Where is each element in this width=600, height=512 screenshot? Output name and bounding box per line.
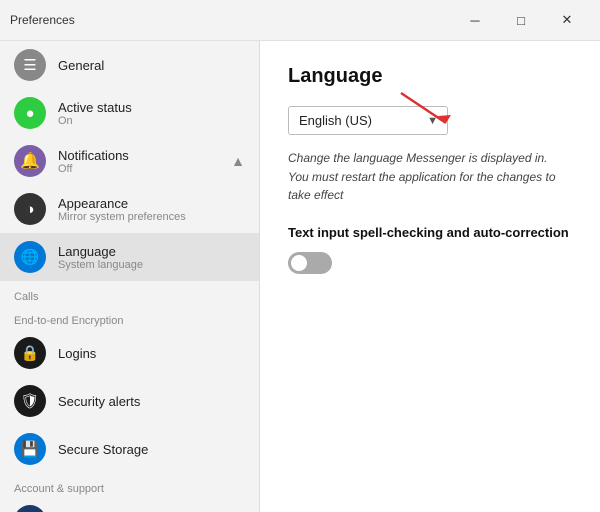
- active-status-label: Active status: [58, 100, 132, 115]
- maximize-button[interactable]: □: [498, 6, 544, 34]
- sidebar-text-general: General: [58, 58, 104, 73]
- language-description: Change the language Messenger is display…: [288, 149, 568, 205]
- account-section-label: Account & support: [0, 473, 259, 497]
- toggle-knob: [291, 255, 307, 271]
- secure-storage-label: Secure Storage: [58, 442, 148, 457]
- main-content: Language English (US) French Spanish Ger…: [260, 41, 600, 512]
- logins-label: Logins: [58, 346, 96, 361]
- sidebar-item-appearance[interactable]: ◑ Appearance Mirror system preferences: [0, 185, 259, 233]
- sidebar-text-active-status: Active status On: [58, 100, 132, 127]
- window-title: Preferences: [10, 13, 75, 27]
- sidebar-item-active-status[interactable]: ● Active status On: [0, 89, 259, 137]
- appearance-label: Appearance: [58, 196, 186, 211]
- encryption-section-label: End-to-end Encryption: [0, 305, 259, 329]
- sidebar-item-security-alerts[interactable]: 🛡 Security alerts: [0, 377, 259, 425]
- sidebar-item-secure-storage[interactable]: 💾 Secure Storage: [0, 425, 259, 473]
- logins-icon: 🔒: [14, 337, 46, 369]
- security-alerts-label: Security alerts: [58, 394, 140, 409]
- language-label: Language: [58, 244, 143, 259]
- spell-check-label: Text input spell-checking and auto-corre…: [288, 225, 572, 240]
- sidebar-item-general[interactable]: ☰ General: [0, 41, 259, 89]
- sidebar-item-logins[interactable]: 🔒 Logins: [0, 329, 259, 377]
- general-label: General: [58, 58, 104, 73]
- notifications-alert-icon: ▲: [231, 153, 245, 169]
- app-body: ☰ General ● Active status On 🔔 Notificat…: [0, 41, 600, 512]
- window-controls: ─ □ ✕: [452, 6, 590, 34]
- secure-storage-icon: 💾: [14, 433, 46, 465]
- sidebar-text-notifications: Notifications Off: [58, 148, 129, 175]
- sidebar-item-notifications[interactable]: 🔔 Notifications Off ▲: [0, 137, 259, 185]
- appearance-icon: ◑: [14, 193, 46, 225]
- sidebar-text-security-alerts: Security alerts: [58, 394, 140, 409]
- language-select[interactable]: English (US) French Spanish German Portu…: [288, 106, 448, 135]
- general-icon: ☰: [14, 49, 46, 81]
- appearance-sublabel: Mirror system preferences: [58, 211, 186, 223]
- close-button[interactable]: ✕: [544, 6, 590, 34]
- language-icon: 🌐: [14, 241, 46, 273]
- notifications-inner: 🔔 Notifications Off: [14, 145, 219, 177]
- language-sublabel: System language: [58, 259, 143, 271]
- minimize-button[interactable]: ─: [452, 6, 498, 34]
- page-title: Language: [288, 65, 572, 88]
- notifications-label: Notifications: [58, 148, 129, 163]
- language-select-wrapper: English (US) French Spanish German Portu…: [288, 106, 448, 149]
- title-bar: Preferences ─ □ ✕: [0, 0, 600, 41]
- sidebar-text-logins: Logins: [58, 346, 96, 361]
- spell-check-toggle[interactable]: [288, 252, 332, 274]
- calls-section-label: Calls: [0, 281, 259, 305]
- sidebar-item-account[interactable]: 👤: [0, 497, 259, 512]
- security-alerts-icon: 🛡: [14, 385, 46, 417]
- sidebar: ☰ General ● Active status On 🔔 Notificat…: [0, 41, 260, 512]
- notifications-sublabel: Off: [58, 163, 129, 175]
- sidebar-text-language: Language System language: [58, 244, 143, 271]
- active-status-sublabel: On: [58, 115, 132, 127]
- active-status-icon: ●: [14, 97, 46, 129]
- sidebar-item-language[interactable]: 🌐 Language System language: [0, 233, 259, 281]
- language-dropdown-wrapper[interactable]: English (US) French Spanish German Portu…: [288, 106, 448, 135]
- sidebar-text-secure-storage: Secure Storage: [58, 442, 148, 457]
- account-icon: 👤: [14, 505, 46, 512]
- sidebar-text-appearance: Appearance Mirror system preferences: [58, 196, 186, 223]
- notifications-icon: 🔔: [14, 145, 46, 177]
